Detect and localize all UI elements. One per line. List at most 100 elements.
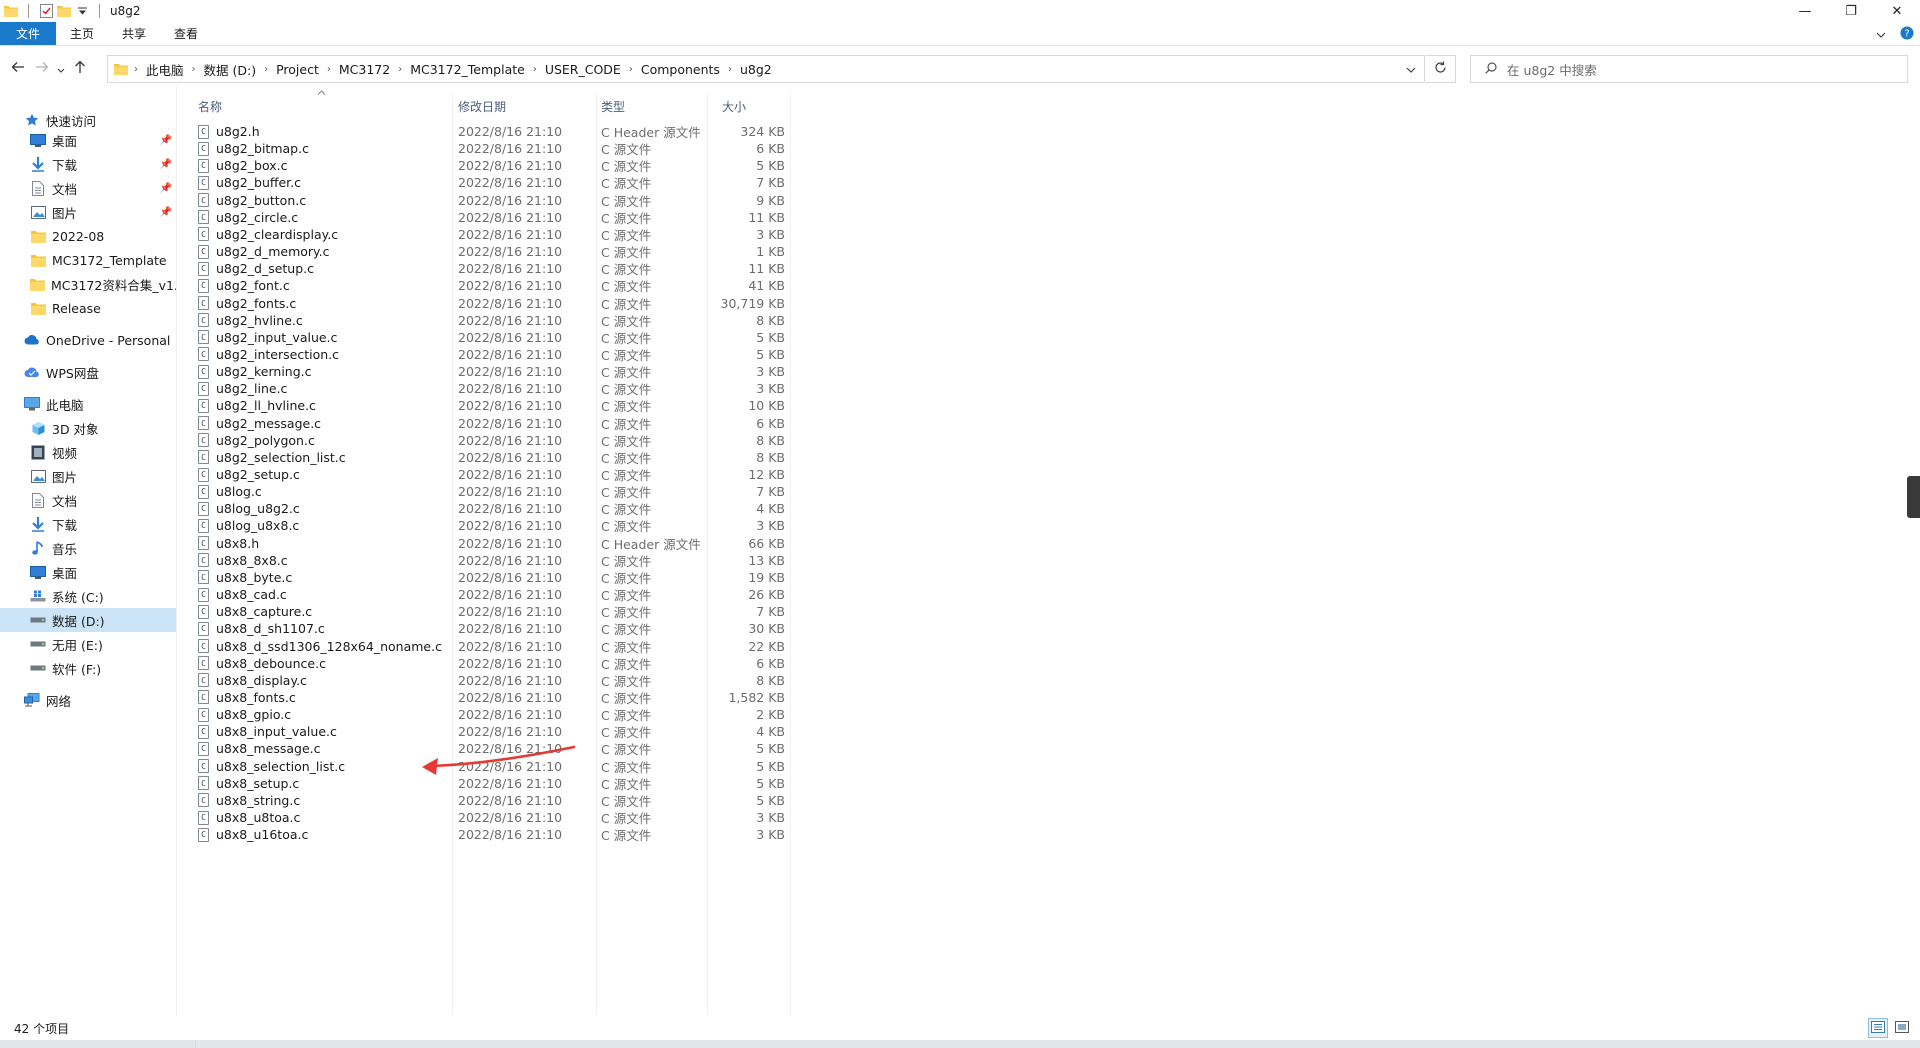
- sidebar-item-release[interactable]: Release: [30, 296, 101, 320]
- address-bar[interactable]: › 此电脑 › 数据 (D:) › Project › MC3172 › MC3…: [107, 55, 1425, 83]
- chevron-right-icon[interactable]: ›: [726, 64, 734, 75]
- forward-button[interactable]: [30, 56, 54, 82]
- breadcrumb-mc3172-template[interactable]: MC3172_Template: [404, 62, 531, 77]
- customize-toolbar-icon[interactable]: [75, 4, 89, 18]
- sidebar-item-3d-objects[interactable]: 3D 对象: [30, 416, 99, 440]
- sidebar-item-pictures-pinned[interactable]: 图片 📌: [30, 200, 176, 224]
- pin-icon[interactable]: 📌: [160, 207, 172, 218]
- minimize-button[interactable]: —: [1782, 0, 1828, 22]
- up-button[interactable]: [68, 56, 92, 82]
- chevron-down-icon: [1406, 63, 1416, 76]
- chevron-right-icon[interactable]: ›: [190, 64, 198, 75]
- sidebar-item-pictures[interactable]: 图片: [30, 464, 77, 488]
- tab-share[interactable]: 共享: [108, 22, 160, 45]
- sidebar-item-music[interactable]: 音乐: [30, 536, 77, 560]
- column-header-date[interactable]: 修改日期: [458, 94, 596, 118]
- file-list: 名称 修改日期 类型 大小 Cu8g2.h 2022/8/16 21:10 C He…: [190, 90, 1890, 1014]
- pictures-icon: [30, 204, 46, 220]
- sidebar-item-label: 2022-08: [52, 228, 105, 244]
- arrow-left-icon: [11, 61, 25, 77]
- sidebar-item-desktop-pinned[interactable]: 桌面 📌: [30, 128, 176, 152]
- search-input[interactable]: 在 u8g2 中搜索: [1507, 60, 1597, 79]
- file-name: u8g2_polygon.c: [216, 432, 315, 448]
- breadcrumb-user-code[interactable]: USER_CODE: [539, 62, 627, 77]
- sidebar-item-drive-f[interactable]: 软件 (F:): [30, 656, 101, 680]
- file-name: u8x8_input_value.c: [216, 724, 337, 740]
- sidebar-item-this-pc[interactable]: 此电脑: [24, 392, 84, 416]
- sidebar-item-videos[interactable]: 视频: [30, 440, 77, 464]
- chevron-right-icon[interactable]: ›: [262, 64, 270, 75]
- sidebar-item-2022-08[interactable]: 2022-08: [30, 224, 104, 248]
- new-folder-icon[interactable]: [57, 4, 71, 18]
- pin-icon[interactable]: 📌: [160, 159, 172, 170]
- sidebar-item-mc3172-docs[interactable]: MC3172资料合集_v1.2: [30, 272, 176, 296]
- breadcrumb-mc3172[interactable]: MC3172: [333, 62, 396, 77]
- chevron-down-icon[interactable]: [1876, 28, 1886, 41]
- chevron-right-icon[interactable]: ›: [325, 64, 333, 75]
- maximize-button[interactable]: ❐: [1828, 0, 1874, 22]
- sidebar-item-label: 此电脑: [46, 397, 84, 413]
- folder-icon: [4, 4, 18, 18]
- large-icons-view-icon: [1895, 1020, 1909, 1036]
- chevron-right-icon[interactable]: ›: [396, 64, 404, 75]
- chevron-right-icon[interactable]: ›: [531, 64, 539, 75]
- sidebar-item-mc3172-template[interactable]: MC3172_Template: [30, 248, 167, 272]
- c-source-file-icon: C: [198, 416, 209, 431]
- pin-icon[interactable]: 📌: [160, 183, 172, 194]
- breadcrumb-project[interactable]: Project: [270, 62, 325, 77]
- breadcrumb-components[interactable]: Components: [635, 62, 726, 77]
- sidebar-item-documents[interactable]: 文档: [30, 488, 77, 512]
- breadcrumb-drive-d[interactable]: 数据 (D:): [198, 60, 263, 79]
- file-name: u8x8_selection_list.c: [216, 758, 346, 774]
- file-name: u8x8_string.c: [216, 792, 301, 808]
- file-row[interactable]: Cu8x8_u16toa.c 2022/8/16 21:10 C 源文件 3 KB: [198, 824, 798, 845]
- tab-view[interactable]: 查看: [160, 22, 212, 45]
- breadcrumb-this-pc[interactable]: 此电脑: [140, 60, 190, 79]
- details-view-button[interactable]: [1868, 1018, 1888, 1038]
- c-source-file-icon: C: [198, 227, 209, 242]
- close-button[interactable]: ✕: [1874, 0, 1920, 22]
- star-icon: [24, 112, 40, 128]
- pin-icon[interactable]: 📌: [160, 135, 172, 146]
- column-header-size[interactable]: 大小: [722, 94, 790, 118]
- column-header-name[interactable]: 名称: [198, 94, 452, 118]
- sidebar-item-label: 下载: [52, 157, 78, 173]
- back-button[interactable]: [6, 56, 30, 82]
- chevron-down-icon: [57, 61, 65, 77]
- sidebar-item-wps-cloud[interactable]: WPS网盘: [24, 360, 99, 384]
- tab-home[interactable]: 主页: [56, 22, 108, 45]
- navigation-pane: 快速访问 桌面 📌 下载 📌 文档 📌 图片 📌 2022-08 MC3172_…: [0, 106, 176, 1016]
- c-source-file-icon: C: [198, 621, 209, 636]
- sidebar-item-downloads-pinned[interactable]: 下载 📌: [30, 152, 176, 176]
- sidebar-item-label: OneDrive - Personal: [46, 332, 171, 348]
- file-name: u8x8_debounce.c: [216, 655, 326, 671]
- sidebar-item-desktop[interactable]: 桌面: [30, 560, 77, 584]
- chevron-right-icon[interactable]: ›: [132, 64, 140, 75]
- sidebar-item-drive-c[interactable]: 系统 (C:): [30, 584, 104, 608]
- pane-divider[interactable]: [176, 86, 177, 1016]
- tab-file[interactable]: 文件: [0, 22, 56, 45]
- column-header-type[interactable]: 类型: [601, 94, 707, 118]
- cube-icon: [30, 420, 46, 436]
- recent-locations-button[interactable]: [54, 56, 68, 82]
- sidebar-item-network[interactable]: 网络: [24, 688, 71, 712]
- scroll-handle[interactable]: [1907, 476, 1920, 518]
- file-size: 3 KB: [756, 827, 785, 843]
- properties-icon[interactable]: [39, 4, 53, 18]
- search-box[interactable]: 在 u8g2 中搜索: [1470, 55, 1908, 83]
- file-name-cell[interactable]: Cu8x8_u16toa.c: [198, 824, 308, 845]
- ribbon: 文件 主页 共享 查看 ?: [0, 22, 1920, 46]
- refresh-button[interactable]: [1426, 55, 1456, 83]
- sidebar-item-documents-pinned[interactable]: 文档 📌: [30, 176, 176, 200]
- sidebar-item-drive-e[interactable]: 无用 (E:): [30, 632, 103, 656]
- sidebar-item-onedrive[interactable]: OneDrive - Personal: [24, 328, 170, 352]
- chevron-right-icon[interactable]: ›: [627, 64, 635, 75]
- large-icons-view-button[interactable]: [1892, 1018, 1912, 1038]
- help-icon[interactable]: ?: [1900, 26, 1914, 43]
- file-name: u8x8_setup.c: [216, 775, 300, 791]
- sidebar-item-downloads[interactable]: 下载: [30, 512, 77, 536]
- address-history-button[interactable]: [1398, 56, 1424, 82]
- sidebar-item-drive-d[interactable]: 数据 (D:): [0, 608, 176, 632]
- file-name: u8g2_hvline.c: [216, 312, 303, 328]
- breadcrumb-u8g2[interactable]: u8g2: [734, 62, 778, 77]
